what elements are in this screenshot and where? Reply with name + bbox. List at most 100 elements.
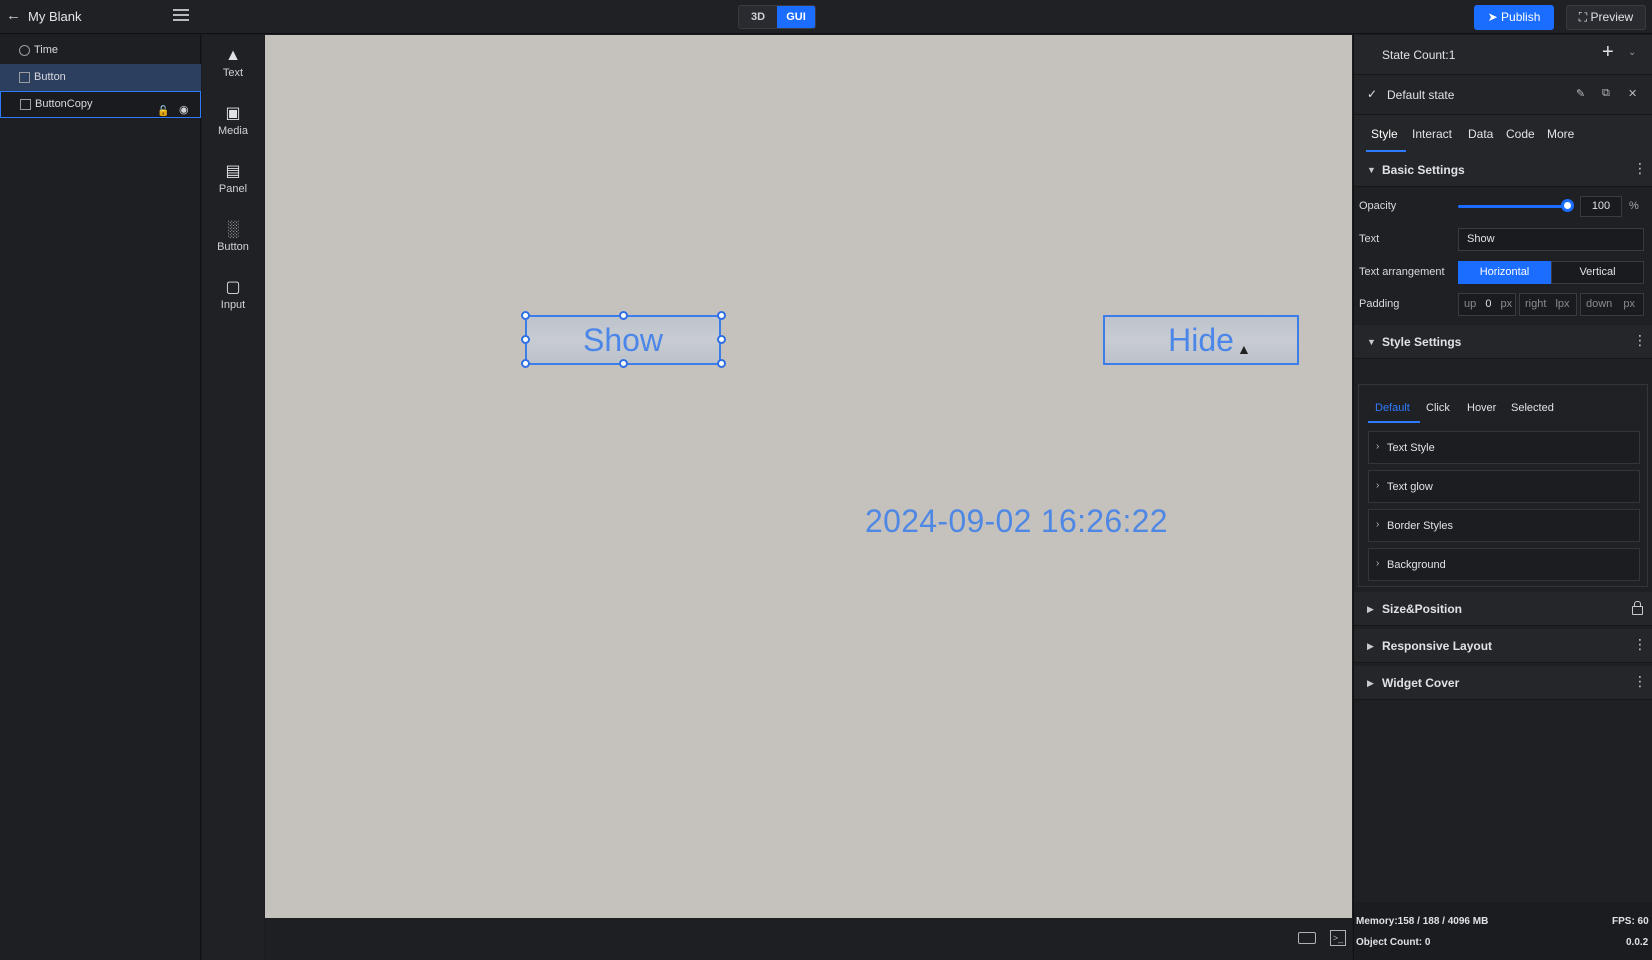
eye-icon[interactable]: ◉ — [179, 98, 189, 123]
resize-handle[interactable] — [521, 311, 530, 320]
padding-down-label: down — [1586, 298, 1613, 310]
padding-up-field[interactable]: up 0 px — [1458, 293, 1516, 316]
chevron-right-icon: › — [1376, 441, 1380, 452]
lock-icon[interactable] — [1632, 601, 1643, 615]
caret-right-icon: ▶ — [1367, 604, 1374, 614]
responsive-layout-header[interactable]: ▶ Responsive Layout ⋮ — [1354, 629, 1652, 663]
layer-item-time[interactable]: Time — [0, 37, 201, 64]
widget-label: Button — [217, 241, 249, 253]
accordion-border-styles[interactable]: › Border Styles — [1368, 509, 1640, 542]
tab-code[interactable]: Code — [1506, 127, 1535, 141]
terminal-icon[interactable]: >_ — [1330, 930, 1346, 946]
accordion-label: Text Style — [1387, 442, 1435, 454]
resize-handle[interactable] — [717, 335, 726, 344]
style-tab-click[interactable]: Click — [1426, 402, 1450, 414]
arrow-left-icon[interactable]: ← — [6, 8, 22, 24]
opacity-slider-handle[interactable] — [1561, 199, 1574, 212]
style-settings-header[interactable]: ▼ Style Settings ⋮ — [1354, 325, 1652, 359]
copy-icon[interactable]: ⧉ — [1602, 87, 1610, 100]
resize-handle[interactable] — [717, 359, 726, 368]
style-tab-default[interactable]: Default — [1375, 402, 1410, 414]
text-label: Text — [1359, 233, 1380, 245]
tab-interact[interactable]: Interact — [1412, 127, 1452, 141]
panel-widget-icon: ▤ — [225, 163, 241, 180]
tab-data[interactable]: Data — [1468, 127, 1493, 141]
publish-button[interactable]: ➤ Publish — [1474, 5, 1554, 30]
section-label: Basic Settings — [1382, 163, 1465, 177]
padding-right-label: right — [1525, 298, 1547, 310]
resize-handle[interactable] — [521, 335, 530, 344]
resize-handle[interactable] — [619, 359, 628, 368]
style-tab-underline — [1368, 421, 1420, 423]
clock-icon — [19, 45, 30, 56]
widget-media[interactable]: ▣ Media — [202, 105, 264, 155]
caret-down-icon: ▼ — [1367, 337, 1376, 347]
plus-icon[interactable]: + — [1602, 41, 1614, 64]
design-canvas[interactable]: Show Hide ▲ 2024-09-02 16:26:22 — [265, 35, 1352, 918]
tab-underline — [1366, 150, 1406, 152]
opacity-label: Opacity — [1359, 200, 1397, 212]
unlock-icon[interactable]: 🔓 — [157, 99, 169, 124]
text-widget-icon: ▲ — [225, 47, 241, 64]
mode-3d-button[interactable]: 3D — [739, 6, 777, 28]
opacity-input[interactable]: 100 — [1580, 196, 1622, 217]
more-vertical-icon[interactable]: ⋮ — [1633, 333, 1647, 347]
canvas-hide-button[interactable]: Hide — [1103, 315, 1299, 365]
input-widget-icon: ▢ — [225, 279, 241, 296]
more-vertical-icon[interactable]: ⋮ — [1633, 674, 1647, 688]
canvas-show-button[interactable]: Show — [525, 315, 721, 365]
style-tab-selected[interactable]: Selected — [1511, 402, 1554, 414]
fps-readout: FPS: 60 — [1612, 916, 1649, 927]
version-label: 0.0.2 — [1626, 937, 1649, 948]
widget-cover-header[interactable]: ▶ Widget Cover ⋮ — [1354, 666, 1652, 700]
more-vertical-icon[interactable]: ⋮ — [1633, 637, 1647, 651]
style-tab-hover[interactable]: Hover — [1467, 402, 1496, 414]
mode-gui-button[interactable]: GUI — [777, 6, 815, 28]
keyboard-icon[interactable] — [1298, 932, 1316, 944]
padding-down-field[interactable]: down px — [1580, 293, 1644, 316]
editor-root: ← My Blank 3D GUI ➤ Publish ⛶ Preview Ti… — [0, 0, 1652, 960]
accordion-label: Text glow — [1387, 481, 1433, 493]
size-position-header[interactable]: ▶ Size&Position — [1354, 592, 1652, 626]
preview-button[interactable]: ⛶ Preview — [1566, 5, 1646, 30]
layer-item-button[interactable]: Button — [0, 64, 201, 91]
widget-button[interactable]: ░ Button — [202, 221, 264, 271]
accordion-background[interactable]: › Background — [1368, 548, 1640, 581]
arrangement-vertical-button[interactable]: Vertical — [1551, 261, 1644, 284]
caret-down-icon: ▼ — [1367, 165, 1376, 175]
widget-panel[interactable]: ▤ Panel — [202, 163, 264, 213]
resize-handle[interactable] — [619, 311, 628, 320]
widget-label: Text — [222, 67, 244, 79]
hamburger-icon[interactable] — [173, 9, 189, 23]
layer-label: Time — [34, 44, 59, 56]
memory-readout: Memory:158 / 188 / 4096 MB — [1356, 916, 1489, 927]
accordion-text-glow[interactable]: › Text glow — [1368, 470, 1640, 503]
text-input[interactable]: Show — [1458, 228, 1644, 251]
widget-input[interactable]: ▢ Input — [202, 279, 264, 329]
tab-style[interactable]: Style — [1371, 127, 1398, 141]
basic-settings-header[interactable]: ▼ Basic Settings ⋮ — [1354, 153, 1652, 187]
widget-text[interactable]: ▲ Text — [202, 47, 264, 97]
accordion-text-style[interactable]: › Text Style — [1368, 431, 1640, 464]
section-label: Style Settings — [1382, 335, 1462, 349]
opacity-slider-track[interactable] — [1458, 205, 1568, 208]
tab-more[interactable]: More — [1547, 127, 1574, 141]
chevron-down-icon[interactable]: ⌄ — [1628, 47, 1636, 58]
expand-icon: ⛶ — [1578, 10, 1588, 24]
default-state-row[interactable]: ✓ Default state ✎ ⧉ ✕ — [1354, 75, 1652, 115]
style-settings-box: Default Click Hover Selected › Text Styl… — [1358, 384, 1648, 587]
edit-icon[interactable]: ✎ — [1576, 87, 1585, 100]
resize-handle[interactable] — [521, 359, 530, 368]
text-arrangement-label: Text arrangement — [1359, 266, 1445, 278]
canvas-time-text[interactable]: 2024-09-02 16:26:22 — [865, 503, 1168, 540]
padding-right-field[interactable]: right lpx — [1519, 293, 1577, 316]
accordion-label: Border Styles — [1387, 520, 1454, 532]
layer-item-buttoncopy[interactable]: ButtonCopy 🔓 ◉ — [0, 91, 201, 118]
resize-handle[interactable] — [717, 311, 726, 320]
arrangement-horizontal-button[interactable]: Horizontal — [1458, 261, 1551, 284]
button-widget-icon — [19, 72, 30, 83]
section-label: Widget Cover — [1382, 676, 1460, 690]
chevron-right-icon: › — [1376, 519, 1380, 530]
close-icon[interactable]: ✕ — [1628, 87, 1637, 100]
more-vertical-icon[interactable]: ⋮ — [1633, 161, 1647, 175]
